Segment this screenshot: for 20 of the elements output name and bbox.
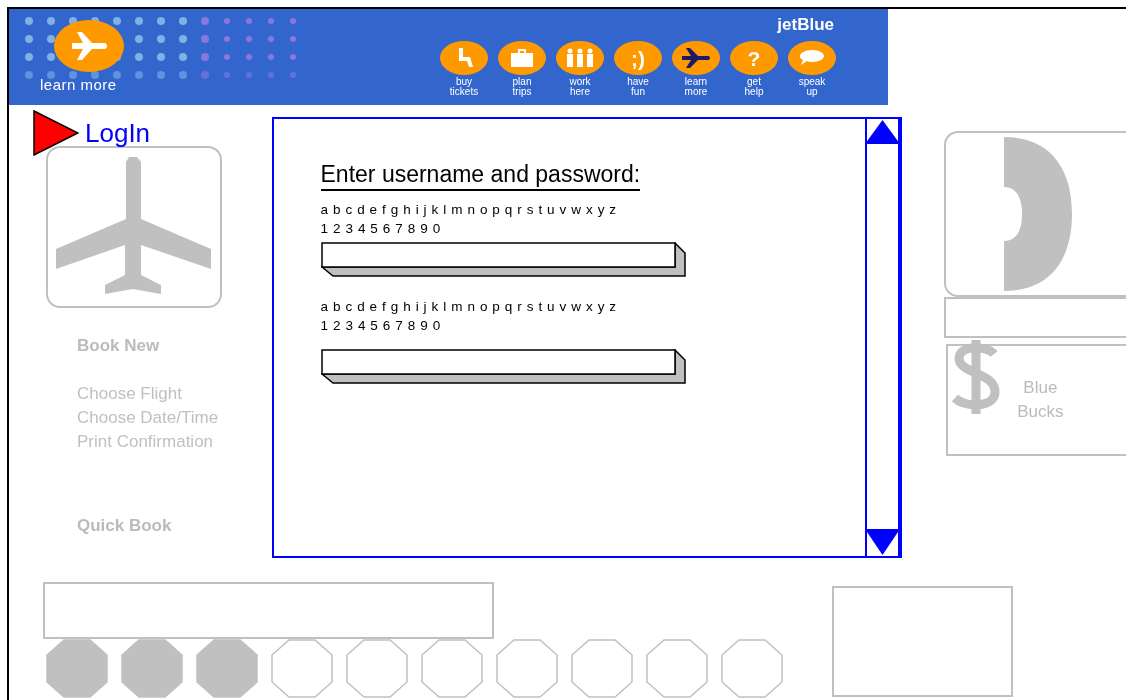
character-hint: 1 2 3 4 5 6 7 8 9 0 [320, 317, 442, 335]
login-title: Enter username and password: [320, 161, 641, 191]
input-field[interactable] [320, 242, 686, 277]
login-link[interactable]: LogIn [85, 117, 151, 149]
plane-icon [54, 157, 214, 297]
character-hint: a b c d e f g h i j k l m n o p q r s t u v w x y z [320, 298, 618, 316]
input-field[interactable] [320, 349, 686, 384]
character-hint: 1 2 3 4 5 6 7 8 9 0 [320, 220, 442, 238]
plane-icon [680, 47, 712, 69]
nav-glyph: ;) [631, 47, 645, 69]
nav-glyph: ? [747, 47, 761, 69]
plane-icon [54, 19, 124, 73]
people-icon [564, 48, 596, 68]
pointer-triangle-icon [33, 110, 79, 156]
character-hint: a b c d e f g h i j k l m n o p q r s t u v w x y z [320, 201, 618, 219]
brand-logo: jetBlue [777, 15, 834, 35]
briefcase-icon [509, 48, 535, 68]
scroll-bar[interactable] [865, 119, 901, 556]
speech-bubble-icon [797, 48, 827, 68]
promo-label[interactable]: learn more [40, 76, 117, 93]
